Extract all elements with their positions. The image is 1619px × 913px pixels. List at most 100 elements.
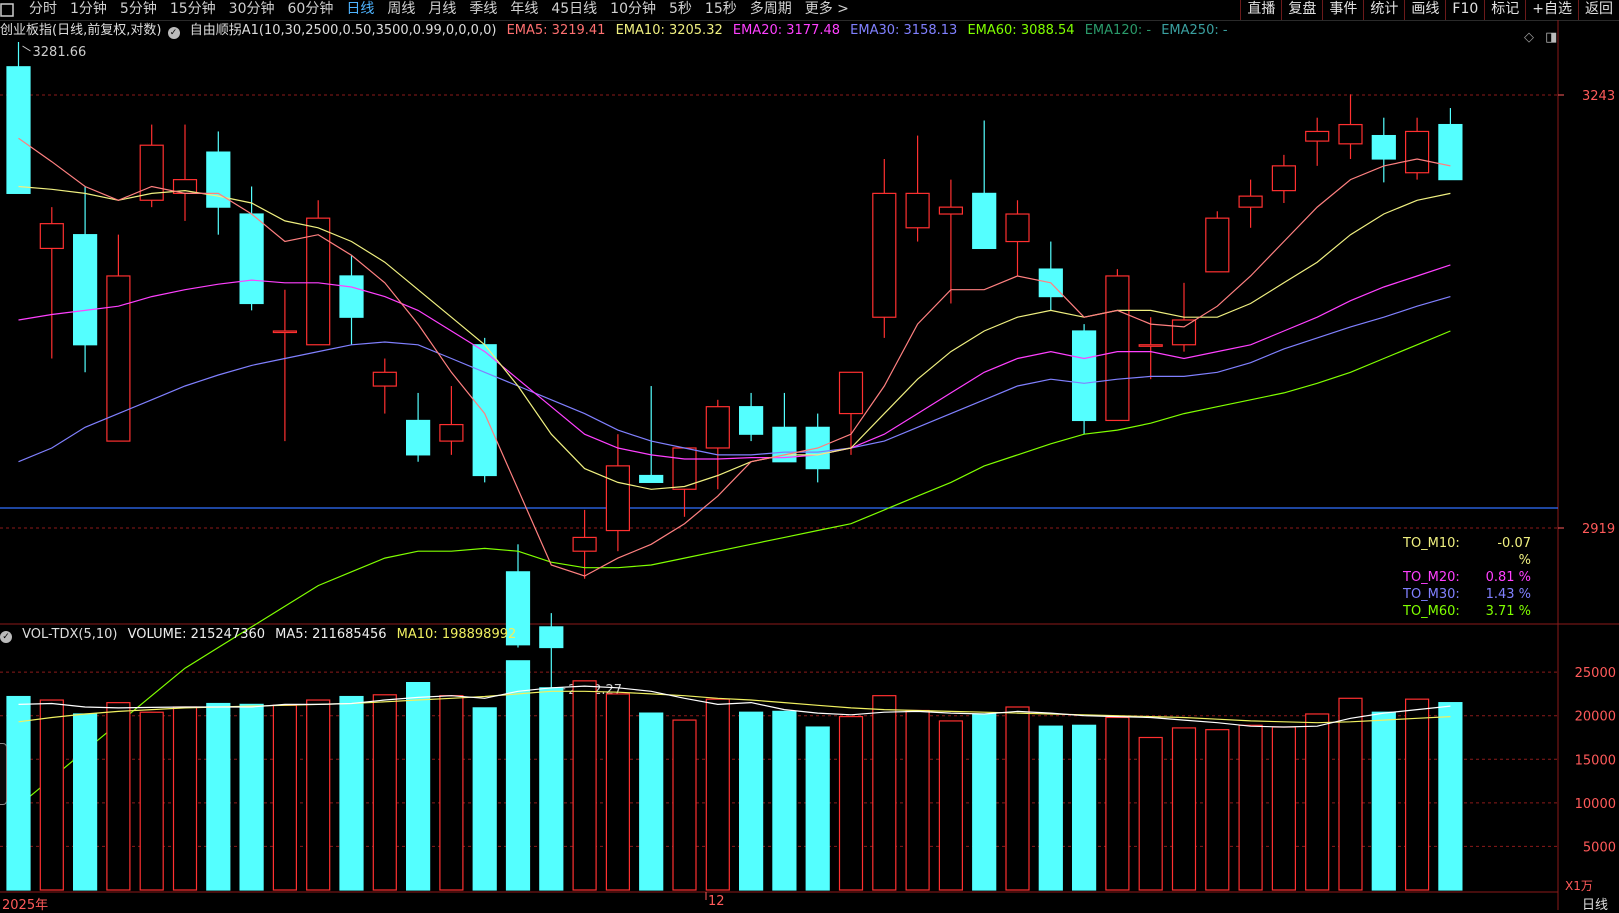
volume-bar [972,713,997,891]
volume-bar [1338,697,1363,891]
volume-bar [1171,727,1197,891]
volume-bar [1371,711,1396,891]
ema10-line [18,185,1451,490]
candle-body [39,223,64,250]
candle-body [838,371,864,415]
ema5-line [18,137,1451,577]
volume-bar [1005,706,1030,891]
candle-body [72,234,98,346]
candle-body [139,144,164,201]
volume-bar [306,699,331,891]
volume-bar [1305,713,1330,891]
volume-bar [738,711,764,891]
to-legend-value: 0.81 % [1485,570,1531,585]
price-axis-label: 2919 [1582,522,1615,537]
volume-bar [772,710,797,891]
candle-body [439,423,464,442]
candle-body [639,474,664,483]
candle-body [1404,130,1430,174]
volume-bar [272,704,297,891]
volume-axis-label: 25000 [1575,666,1616,681]
kline-chart[interactable]: 3243 2919 25000 20000 15000 10000 5000 3281.66 2… [0,0,1619,910]
candle-body [972,192,997,250]
volume-bar [206,702,231,891]
volume-bar [239,703,264,891]
to-legend: TO_M10: -0.07 % TO_M20: 0.81 % TO_M30: 1.43 %… [1403,535,1531,620]
volume-bar [838,715,864,891]
to-legend-key: TO_M10: [1403,536,1460,551]
side-drag-handle[interactable] [0,743,7,805]
candle-body [905,192,930,229]
x-axis-month-label: 12 [708,894,725,909]
volume-axis-label: 10000 [1575,797,1616,812]
candle-body [1005,213,1030,243]
candle-body [372,371,397,387]
volume-bar [439,695,464,891]
to-legend-row: TO_M20: 0.81 % [1403,569,1531,586]
candle-body [272,330,297,334]
vol-title[interactable]: VOL-TDX(5,10) [22,627,117,642]
vol-ma10-value: MA10: 198898992 [396,627,517,642]
volume-bar [106,702,131,891]
candle-body [1438,123,1463,181]
period-indicator[interactable]: 日线 [1582,894,1608,913]
volume-axis-label: 15000 [1575,753,1616,768]
volume-bar [372,694,397,891]
volume-bar [1071,724,1097,891]
candle-body [1205,217,1230,273]
candle-body [705,406,730,449]
volume-bar [472,707,497,891]
ema20-line [18,264,1451,460]
volume-bar [872,695,897,891]
volume-bar [1205,729,1230,891]
candle-body [339,275,364,318]
high-marker-label: 3281.66 [33,45,87,60]
volume-bar [938,720,964,891]
vol-ma5-line [18,685,1451,728]
volume-info-line: ✓ VOL-TDX(5,10) VOLUME: 215247360 MA5: 2… [0,626,522,644]
volume-bar [572,680,597,891]
high-marker-arrow [22,45,31,52]
candle-body [6,66,31,194]
candle-body [1271,165,1297,192]
price-axis-label: 3243 [1582,89,1615,104]
x-axis-start-label: 2025年 [2,898,49,913]
volume-bar [705,698,730,891]
candle-body [406,419,431,456]
to-legend-row: TO_M30: 1.43 % [1403,586,1531,603]
volume-bar [1038,725,1063,891]
volume-bar [72,713,98,891]
dropdown-circle-icon[interactable]: ✓ [0,631,12,643]
candle-body [1305,130,1330,142]
candle-body [872,192,897,318]
volume-bar [672,719,697,891]
candle-body [472,344,497,477]
ema30-line [18,296,1451,463]
volume-bar [1404,698,1430,891]
volume-unit-label: X1万 [1565,879,1593,893]
to-legend-value: -0.07 % [1497,536,1531,568]
volume-bar [1238,724,1263,891]
to-legend-key: TO_M60: [1403,604,1460,619]
candle-body [1238,195,1263,208]
candle-body [1171,319,1197,346]
candle-body [306,217,331,346]
to-legend-row: TO_M60: 3.71 % [1403,603,1531,620]
volume-value: VOLUME: 215247360 [127,627,266,642]
to-legend-key: TO_M30: [1403,587,1460,602]
volume-bar [39,699,64,891]
ema60-line [18,330,1451,807]
volume-axis-label: 20000 [1575,710,1616,725]
volume-bar [1105,716,1130,891]
volume-bar [1138,736,1163,891]
candle-body [1371,134,1396,160]
volume-axis-label: 5000 [1583,840,1616,855]
to-legend-row: TO_M10: -0.07 % [1403,535,1531,569]
candle-body [239,213,264,305]
volume-bar [1438,702,1463,891]
to-legend-key: TO_M20: [1403,570,1460,585]
candle-body [1138,344,1163,347]
candle-body [1071,330,1097,422]
vol-ma5-value: MA5: 211685456 [275,627,387,642]
candle-body [672,447,697,490]
